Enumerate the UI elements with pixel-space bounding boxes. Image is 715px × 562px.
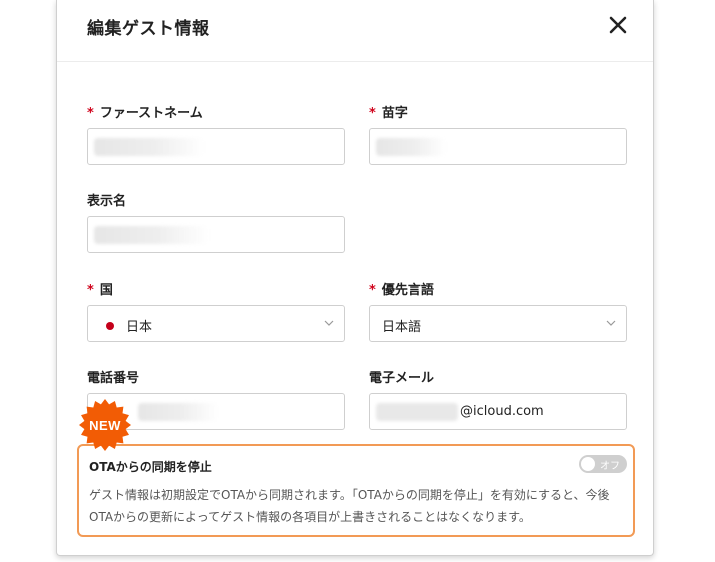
new-badge-text: NEW xyxy=(89,417,121,433)
edit-guest-dialog: 編集ゲスト情報 * ファーストネーム * 苗字 表示名 * 国 日本 * 優先言… xyxy=(56,0,654,556)
new-badge: NEW xyxy=(78,398,132,452)
country-select[interactable]: 日本 xyxy=(87,305,345,342)
redacted-value xyxy=(138,403,218,421)
language-select[interactable]: 日本語 xyxy=(369,305,627,342)
email-label: 電子メール xyxy=(369,371,435,386)
country-selected-value: 日本 xyxy=(100,316,152,335)
redacted-value xyxy=(376,403,458,421)
phone-label: 電話番号 xyxy=(87,371,140,386)
japan-flag-icon xyxy=(106,322,114,330)
dialog-header: 編集ゲスト情報 xyxy=(57,0,653,62)
last-name-label: * 苗字 xyxy=(369,106,408,121)
required-mark: * xyxy=(369,283,376,298)
redacted-value xyxy=(94,226,209,244)
country-label: * 国 xyxy=(87,283,113,298)
close-button[interactable] xyxy=(605,12,631,38)
redacted-value xyxy=(376,138,446,156)
chevron-down-icon xyxy=(606,320,616,326)
required-mark: * xyxy=(369,106,376,121)
chevron-down-icon xyxy=(324,320,334,326)
ota-sync-description: ゲスト情報は初期設定でOTAから同期されます。「OTAからの同期を停止」を有効に… xyxy=(89,488,610,524)
language-label: * 優先言語 xyxy=(369,283,434,298)
required-mark: * xyxy=(87,106,94,121)
display-name-label: 表示名 xyxy=(87,194,127,209)
ota-sync-panel: OTAからの同期を停止 オフ ゲスト情報は初期設定でOTAから同期されます。「O… xyxy=(77,444,635,537)
email-input[interactable]: @icloud.com xyxy=(369,393,627,430)
first-name-label: * ファーストネーム xyxy=(87,106,203,121)
toggle-knob xyxy=(581,457,595,471)
ota-sync-toggle[interactable]: オフ xyxy=(579,455,627,473)
first-name-input[interactable] xyxy=(87,128,345,165)
email-domain-text: @icloud.com xyxy=(460,404,544,419)
last-name-input[interactable] xyxy=(369,128,627,165)
close-icon xyxy=(609,16,627,34)
display-name-input[interactable] xyxy=(87,216,345,253)
redacted-value xyxy=(94,138,204,156)
dialog-title: 編集ゲスト情報 xyxy=(87,19,210,39)
toggle-label: オフ xyxy=(600,461,620,472)
required-mark: * xyxy=(87,283,94,298)
ota-sync-title: OTAからの同期を停止 xyxy=(89,460,212,474)
language-selected-value: 日本語 xyxy=(382,320,422,335)
